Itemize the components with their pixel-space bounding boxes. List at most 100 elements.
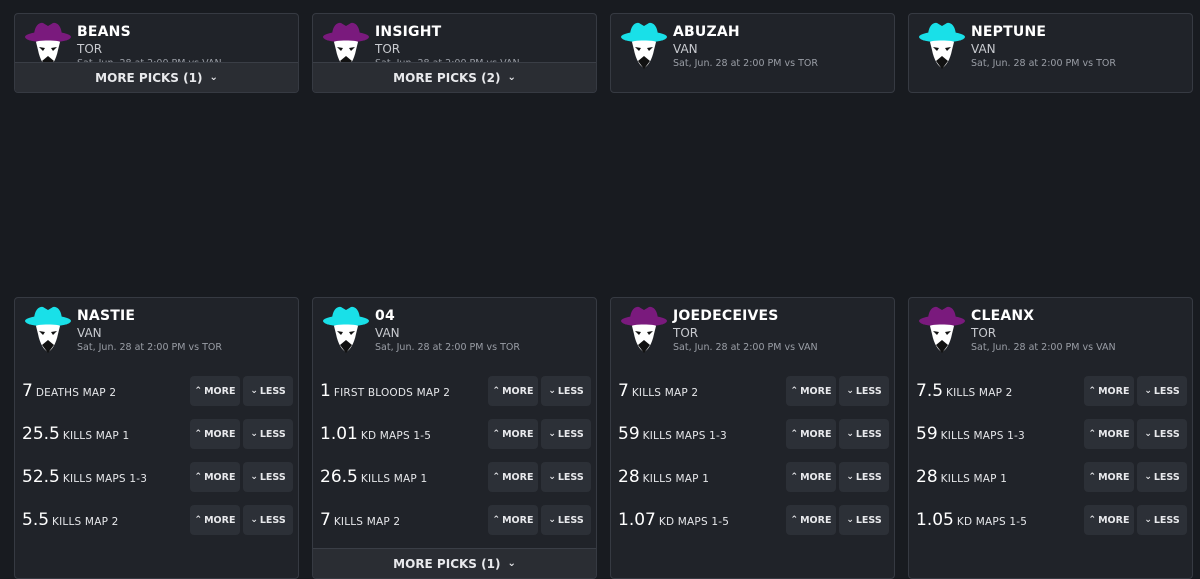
stat-row: 1 FIRST BLOODS MAP 2 ⌃ MORE ⌄ LESS [313, 376, 596, 408]
more-button[interactable]: ⌃MORE [190, 505, 240, 535]
less-button[interactable]: ⌄LESS [839, 462, 889, 492]
more-button[interactable]: ⌃MORE [488, 419, 538, 449]
less-button[interactable]: ⌄LESS [1137, 92, 1187, 93]
more-picks-button[interactable]: MORE PICKS (2) ⌄ [313, 62, 596, 92]
less-button[interactable]: ⌄LESS [1137, 505, 1187, 535]
more-picks-button[interactable]: MORE PICKS (1) ⌄ [313, 548, 596, 578]
stat-row: 54.5KILLS MAPS 1-3⌃MORE⌄LESS [15, 92, 298, 93]
more-button[interactable]: ⌃MORE [1084, 462, 1134, 492]
more-button[interactable]: ⌃MORE [488, 376, 538, 406]
less-label: LESS [259, 514, 286, 526]
chevron-down-icon: ⌄ [250, 472, 258, 482]
more-button[interactable]: ⌃MORE [488, 505, 538, 535]
less-label: LESS [855, 428, 882, 440]
more-button[interactable]: ⌃MORE [786, 462, 836, 492]
less-button[interactable]: ⌄LESS [839, 376, 889, 406]
stat-label: KILLS MAP 1 [62, 430, 130, 442]
game-time: Sat, Jun. 28 at 2:00 PM vs TOR [673, 58, 818, 69]
more-button[interactable]: ⌃MORE [1084, 376, 1134, 406]
chevron-down-icon: ⌄ [846, 429, 854, 439]
more-button[interactable]: ⌃MORE [488, 462, 538, 492]
more-button[interactable]: ⌃MORE [190, 92, 240, 93]
player-name[interactable]: 04 [375, 308, 395, 324]
more-button[interactable]: ⌃MORE [786, 505, 836, 535]
stat-value: 28 [916, 467, 938, 487]
less-label: LESS [259, 385, 286, 397]
less-button[interactable]: ⌄LESS [243, 92, 293, 93]
more-button[interactable]: ⌃MORE [1084, 92, 1134, 93]
chevron-down-icon: ⌄ [507, 72, 516, 83]
stat-value: 25.5 [22, 424, 60, 444]
less-button[interactable]: ⌄LESS [541, 462, 591, 492]
less-button[interactable]: ⌄LESS [839, 92, 889, 93]
stat-value: 26.5 [320, 467, 358, 487]
stat-row: 59 KILLS MAPS 1-3 ⌃ MORE ⌄ LESS [611, 419, 894, 451]
stat-label: KILLS MAPS 1-3 [940, 430, 1025, 442]
stat-row: 7.5 KILLS MAP 2 ⌃ MORE ⌄ LESS [909, 376, 1192, 408]
player-name[interactable]: NASTIE [77, 308, 135, 324]
more-label: MORE [800, 385, 832, 397]
more-label: MORE [800, 428, 832, 440]
more-button[interactable]: ⌃MORE [190, 462, 240, 492]
more-picks-label: MORE PICKS (1) [393, 556, 501, 571]
player-avatar-icon [621, 22, 667, 69]
less-button[interactable]: ⌄LESS [541, 419, 591, 449]
stat-value: 28 [618, 467, 640, 487]
player-name[interactable]: JOEDECEIVES [673, 308, 779, 324]
player-name[interactable]: CLEANX [971, 308, 1034, 324]
less-button[interactable]: ⌄LESS [1137, 419, 1187, 449]
chevron-up-icon: ⌃ [1088, 472, 1097, 482]
less-button[interactable]: ⌄LESS [839, 505, 889, 535]
more-picks-button[interactable]: MORE PICKS (1) ⌄ [15, 62, 298, 92]
more-button[interactable]: ⌃MORE [786, 92, 836, 93]
less-button[interactable]: ⌄LESS [243, 419, 293, 449]
stat-row: 7 KILLS MAP 2 ⌃ MORE ⌄ LESS [313, 505, 596, 537]
chevron-up-icon: ⌃ [194, 386, 203, 396]
player-card-beans: BEANS TOR Sat, Jun. 28 at 2:00 PM vs VAN… [14, 13, 299, 93]
stat-row: 76HILL TIME MAP 1⌃MORE⌄LESS [313, 92, 596, 93]
less-button[interactable]: ⌄LESS [1137, 376, 1187, 406]
stat-value: 7 [22, 381, 33, 401]
player-name[interactable]: ABUZAH [673, 24, 740, 40]
more-button[interactable]: ⌃MORE [190, 419, 240, 449]
more-button[interactable]: ⌃MORE [786, 376, 836, 406]
stat-label: KILLS MAP 2 [946, 387, 1013, 399]
player-name[interactable]: INSIGHT [375, 24, 441, 40]
more-button[interactable]: ⌃MORE [488, 92, 538, 93]
stat-line: 7 KILLS MAP 2 [320, 510, 400, 530]
player-cards-grid: BEANS TOR Sat, Jun. 28 at 2:00 PM vs VAN… [14, 13, 1200, 579]
less-label: LESS [259, 471, 286, 483]
card-header: NASTIE VAN Sat, Jun. 28 at 2:00 PM vs TO… [15, 298, 298, 376]
player-card-04: 04 VAN Sat, Jun. 28 at 2:00 PM vs TOR 1F… [312, 297, 597, 579]
more-button[interactable]: ⌃MORE [786, 419, 836, 449]
stat-line: 28 KILLS MAP 1 [618, 467, 709, 487]
stat-row: 79HILL TIME MAP 1⌃MORE⌄LESS [611, 92, 894, 93]
chevron-down-icon: ⌄ [548, 515, 556, 525]
less-button[interactable]: ⌄LESS [541, 376, 591, 406]
less-label: LESS [557, 428, 584, 440]
less-label: LESS [855, 385, 882, 397]
player-name[interactable]: BEANS [77, 24, 131, 40]
stat-label: KILLS MAPS 1-3 [642, 430, 727, 442]
stat-value: 5.5 [22, 510, 50, 530]
stat-line: 28 KILLS MAP 1 [916, 467, 1007, 487]
stat-value: 1.07 [618, 510, 656, 530]
stat-value: 7 [618, 381, 629, 401]
less-label: LESS [855, 514, 882, 526]
less-button[interactable]: ⌄LESS [541, 92, 591, 93]
more-button[interactable]: ⌃MORE [1084, 419, 1134, 449]
player-name[interactable]: NEPTUNE [971, 24, 1046, 40]
less-button[interactable]: ⌄LESS [541, 505, 591, 535]
less-button[interactable]: ⌄LESS [839, 419, 889, 449]
less-button[interactable]: ⌄LESS [1137, 462, 1187, 492]
less-button[interactable]: ⌄LESS [243, 462, 293, 492]
more-label: MORE [800, 471, 832, 483]
more-button[interactable]: ⌃MORE [1084, 505, 1134, 535]
less-button[interactable]: ⌄LESS [243, 376, 293, 406]
stat-value: 1 [320, 381, 331, 401]
less-button[interactable]: ⌄LESS [243, 505, 293, 535]
more-button[interactable]: ⌃MORE [190, 376, 240, 406]
stat-row: 7 DEATHS MAP 2 ⌃ MORE ⌄ LESS [15, 376, 298, 408]
chevron-up-icon: ⌃ [1088, 386, 1097, 396]
less-label: LESS [557, 514, 584, 526]
